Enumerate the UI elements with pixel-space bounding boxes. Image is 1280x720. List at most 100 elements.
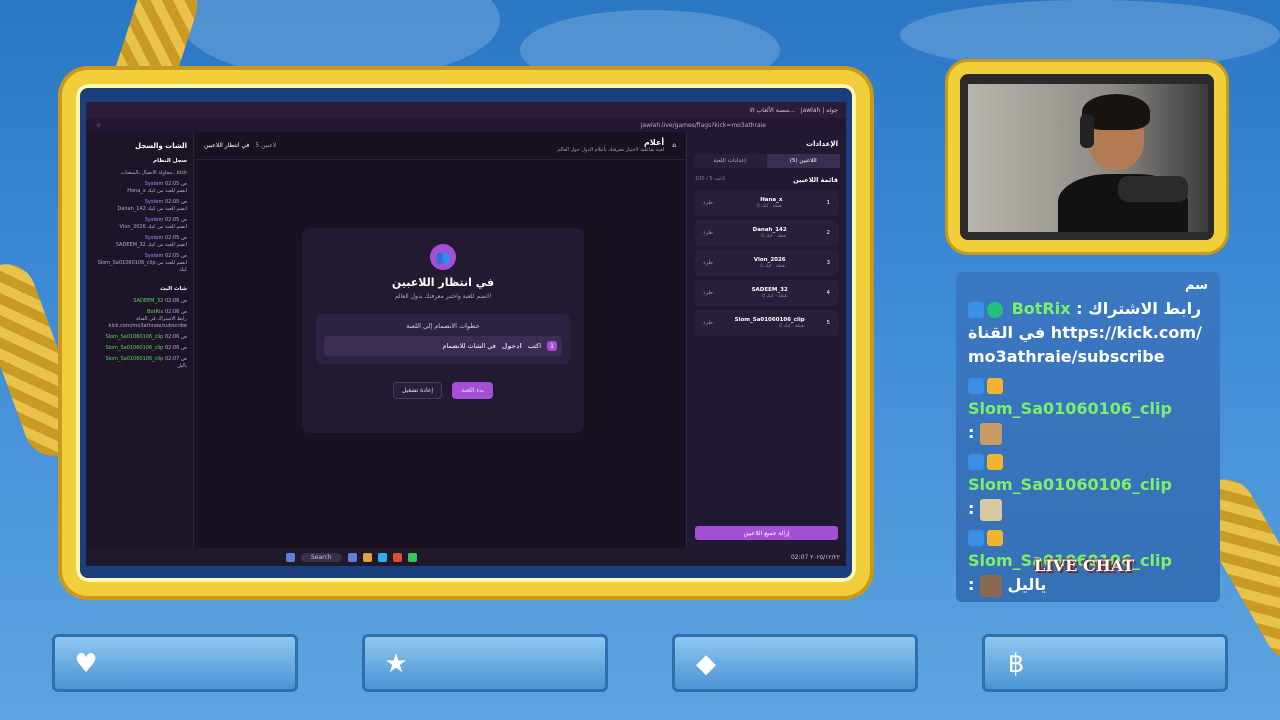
diamond-icon: ◆ (696, 649, 716, 679)
stream-chat-title: شات البث (160, 286, 187, 292)
chat-item: Slom_Sa01060106_clip 02:06 ص (90, 332, 189, 343)
log-item-time: 02:05 ص (164, 253, 187, 259)
join-step: في الشات للانضمام ادخول اكتب 1 (324, 336, 562, 356)
chat-message: Slom_Sa01060106_clip : (968, 373, 1208, 445)
moderator-badge-icon (968, 377, 984, 394)
log-item-name: System (144, 253, 164, 259)
chat-item-name: Slom_Sa01060106_clip (105, 356, 164, 362)
log-item-time: 02:05 ص (164, 199, 187, 205)
windows-taskbar: Search 02:07 ٢٠٢٥/١٢/٢٢ (86, 548, 846, 566)
log-item-time: 02:05 ص (164, 217, 187, 223)
clock-time: 02:07 (790, 553, 809, 561)
player-rank: 4 (826, 290, 831, 296)
player-rank: 5 (826, 320, 831, 326)
chat-item: BotRix 02:06 ص رابط الاشتراك في القناة ki… (90, 307, 189, 332)
player-sub: 0 نقطة · كيك (761, 234, 787, 239)
step-post-text: في الشات للانضمام (442, 342, 496, 350)
live-chat-logo: LIVE CHAT (1034, 556, 1135, 575)
star-icon[interactable]: ☆ (96, 122, 101, 129)
browser-tabbar: منصة الألعاب الا... jawlah | جولة (86, 102, 846, 118)
stream-chat-overlay: سم BotRix : رابط الاشتراك في القناة http… (956, 272, 1220, 602)
background-cloud (180, 0, 500, 80)
waiting-title: في انتظار اللاعبين (391, 276, 495, 289)
player-rank: 3 (826, 260, 831, 266)
game-main-area: في انتظار اللاعبين 5 لاعبين أعلام لعبة ت… (194, 132, 686, 548)
chat-separator: : (968, 499, 980, 518)
clear-players-button[interactable]: إزالة جميع اللاعبين (695, 526, 838, 540)
settings-tabs: إعدادات اللعبة اللاعبين (5) (693, 154, 840, 168)
chat-separator: : (968, 423, 980, 442)
player-row: طرد SADEEM_32 0 نقطة · كيك 4 (695, 280, 838, 306)
player-sub: 0 نقطة · كيك (756, 204, 783, 209)
tab-players[interactable]: اللاعبين (5) (766, 154, 840, 168)
bottom-plaque: ฿ (982, 634, 1228, 692)
join-steps-title: خطوات الانضمام إلى اللعبة (406, 322, 480, 330)
url-text[interactable]: jawlah.live/games/flags?kick=mo3athraie (641, 122, 766, 129)
kick-button[interactable]: طرد (703, 260, 713, 266)
verified-badge-icon (987, 301, 1003, 318)
moderator-badge-icon (968, 301, 984, 318)
chat-item-name: Slom_Sa01060106_clip (105, 345, 164, 351)
headset-icon (1080, 114, 1094, 148)
player-name: Slom_Sa01060106_clip (734, 317, 805, 323)
start-game-button[interactable]: بدء اللعبة (452, 382, 494, 399)
panel-buttons: إعادة تشغيل بدء اللعبة (302, 382, 584, 399)
step-number: 1 (547, 341, 557, 351)
log-item-text: Vlon_2026 انضم للعبة من كيك (119, 224, 187, 230)
browser-tab-active[interactable]: jawlah | جولة (801, 107, 838, 114)
system-log-title: سجل النظام (153, 158, 187, 164)
log-item: محاولة الاتصال بالمنصات...kick (120, 170, 187, 176)
browser-tab[interactable]: منصة الألعاب الا... (750, 107, 795, 114)
chat-item-time: 02:06 ص (164, 345, 187, 351)
player-row: طرد Hana_x 0 نقطة · كيك 1 (695, 190, 838, 216)
chat-message: Slom_Sa01060106_clip : (968, 449, 1208, 521)
chat-username: Slom_Sa01060106_clip (968, 475, 1172, 494)
kick-button[interactable]: طرد (703, 290, 713, 296)
chat-item-name: Slom_Sa01060106_clip (105, 334, 164, 340)
tab-game-settings[interactable]: إعدادات اللعبة (693, 154, 767, 168)
players-count: 100 / 5 لاعب (695, 176, 725, 182)
kick-button[interactable]: طرد (703, 230, 713, 236)
kick-button[interactable]: طرد (703, 320, 713, 326)
step-keyword: ادخول (501, 342, 522, 350)
app-icon[interactable] (407, 552, 417, 562)
star-icon: ★ (384, 649, 408, 679)
log-item-name: System (144, 235, 164, 241)
log-item-name: System (144, 217, 164, 223)
windows-start-icon[interactable] (286, 552, 295, 562)
chat-header: سم (1185, 278, 1208, 293)
home-icon[interactable]: ⌂ (672, 142, 676, 149)
chat-item: Slom_Sa01060106_clip 02:07 ص ياليل (90, 354, 189, 372)
chat-item-time: 02:06 ص (164, 334, 187, 340)
app-icon[interactable] (347, 552, 357, 562)
clock-date: ٢٠٢٥/١٢/٢٢ (810, 553, 840, 561)
taskbar-search[interactable]: Search (301, 552, 342, 562)
chat-item-name: BotRix (147, 309, 164, 315)
address-bar[interactable]: ☆ jawlah.live/games/flags?kick=mo3athrai… (86, 118, 846, 132)
player-row: طرد Slom_Sa01060106_clip 0 نقطة · كيك 5 (695, 310, 838, 336)
app-icon[interactable] (362, 552, 372, 562)
log-item-time: 02:05 ص (164, 235, 187, 241)
log-item: System 02:05 ص Hana_x انضم للعبة من كيك (90, 179, 189, 197)
crown-badge-icon (987, 377, 1003, 394)
app-icon[interactable] (392, 552, 402, 562)
crown-badge-icon (987, 529, 1003, 546)
settings-title: الإعدادات (806, 140, 838, 148)
chat-item: SADEEM_32 02:06 ص (90, 296, 189, 307)
users-icon: 👥 (430, 244, 456, 270)
emote-icon (979, 422, 1002, 445)
game-app: الشات والسجل سجل النظام محاولة الاتصال ب… (86, 132, 846, 548)
chat-username: BotRix (1011, 299, 1071, 318)
chat-log-title: الشات والسجل (134, 142, 187, 150)
player-name: Hana_x (760, 197, 783, 203)
bottom-plaque: ★ (362, 634, 608, 692)
restart-button[interactable]: إعادة تشغيل (392, 382, 443, 399)
emote-icon (979, 574, 1002, 597)
player-count-label: 5 لاعبين (255, 142, 277, 149)
kick-button[interactable]: طرد (703, 200, 713, 206)
chat-item-text: رابط الاشتراك في القناة kick.com/mo3athr… (108, 316, 187, 329)
chat-item-time: 02:06 ص (164, 309, 187, 315)
app-icon[interactable] (377, 552, 387, 562)
chat-separator: : (1070, 299, 1089, 318)
crown-badge-icon (987, 453, 1003, 470)
